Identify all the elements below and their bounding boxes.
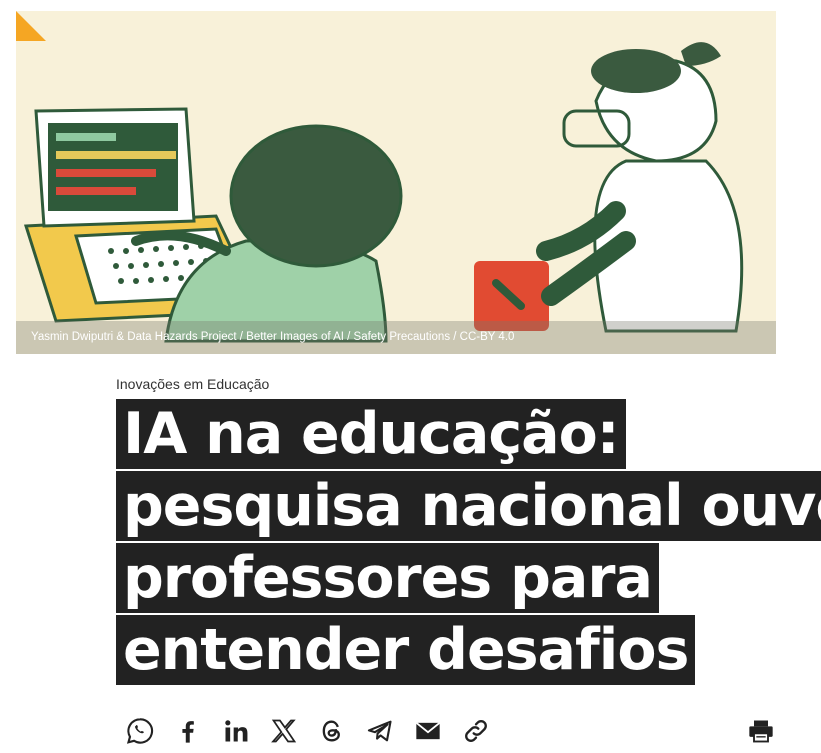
article-category[interactable]: Inovações em Educação [116,376,269,392]
image-credit: Yasmin Dwiputri & Data Hazards Project /… [31,331,515,343]
telegram-icon[interactable] [363,714,397,748]
linkedin-icon[interactable] [219,714,253,748]
hero-image [16,11,776,354]
print-icon[interactable] [744,714,778,748]
share-bar [0,714,821,750]
illustration [23,42,744,343]
title-line: IA na educação: [116,399,626,469]
title-line: entender desafios [116,615,696,685]
link-icon[interactable] [459,714,493,748]
x-icon[interactable] [267,714,301,748]
title-line: professores para [116,543,659,613]
accent-corner [16,11,46,41]
whatsapp-icon[interactable] [123,714,157,748]
threads-icon[interactable] [315,714,349,748]
facebook-icon[interactable] [171,714,205,748]
email-icon[interactable] [411,714,445,748]
title-line: pesquisa nacional ouve [116,471,821,541]
